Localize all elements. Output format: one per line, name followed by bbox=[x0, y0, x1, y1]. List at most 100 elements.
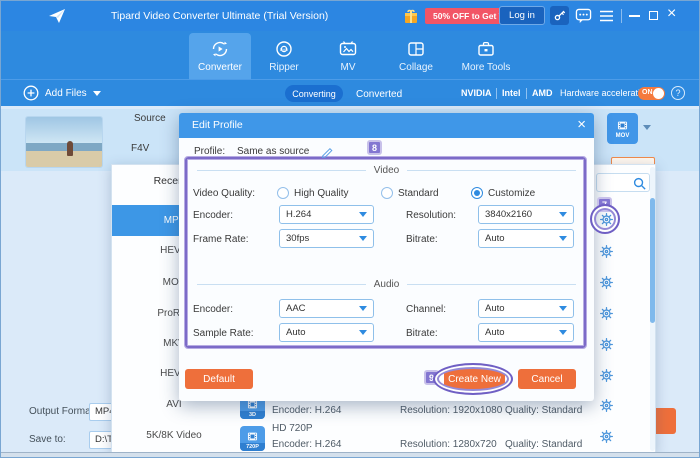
video-bitrate-dropdown[interactable]: Auto bbox=[478, 229, 574, 248]
video-bitrate-label: Bitrate: bbox=[406, 234, 438, 245]
frame-rate-dropdown[interactable]: 30fps bbox=[279, 229, 374, 248]
tab-label: Collage bbox=[399, 62, 433, 73]
radio-customize[interactable] bbox=[471, 187, 483, 199]
channel-label: Channel: bbox=[406, 304, 446, 315]
profile-name: HD 720P bbox=[272, 423, 313, 434]
search-input[interactable] bbox=[599, 175, 633, 190]
audio-legend-label: Audio bbox=[374, 279, 400, 290]
scrollbar-thumb[interactable] bbox=[650, 198, 655, 323]
tab-ripper[interactable]: DVD Ripper bbox=[253, 33, 315, 79]
window-bottom-edge bbox=[1, 452, 699, 458]
sample-rate-value: Auto bbox=[286, 327, 306, 338]
channel-dropdown[interactable]: Auto bbox=[478, 299, 574, 318]
tipard-logo-icon bbox=[47, 7, 67, 25]
tab-converter[interactable]: Converter bbox=[189, 33, 251, 79]
profile-icon-720p: 720P bbox=[240, 426, 265, 451]
sample-rate-dropdown[interactable]: Auto bbox=[279, 323, 374, 342]
help-icon[interactable]: ? bbox=[671, 86, 685, 100]
profile-quality: Quality: Standard bbox=[505, 405, 582, 416]
category-5k8k[interactable]: 5K/8K Video bbox=[112, 420, 236, 451]
audio-bitrate-value: Auto bbox=[485, 327, 505, 338]
create-new-highlight-ellipse bbox=[433, 363, 513, 395]
profile-resolution: Resolution: 1920x1080 bbox=[400, 405, 502, 416]
option-customize-label[interactable]: Customize bbox=[488, 188, 535, 199]
chevron-down-icon[interactable] bbox=[643, 125, 651, 130]
profile-label: Profile: bbox=[194, 146, 225, 157]
audio-encoder-dropdown[interactable]: AAC bbox=[279, 299, 374, 318]
gear-icon[interactable] bbox=[599, 337, 614, 352]
converting-tab[interactable]: Converting bbox=[285, 85, 343, 102]
gear-icon[interactable] bbox=[599, 398, 614, 413]
chevron-down-icon bbox=[93, 91, 101, 96]
default-button[interactable]: Default bbox=[185, 369, 253, 389]
chevron-down-icon bbox=[559, 330, 567, 335]
dialog-close-icon[interactable]: × bbox=[577, 115, 586, 135]
profile-badge: 3D bbox=[240, 411, 265, 419]
tab-label: Converter bbox=[198, 62, 242, 73]
gift-icon[interactable] bbox=[403, 8, 419, 24]
tab-mv[interactable]: MV bbox=[317, 33, 379, 79]
audio-bitrate-dropdown[interactable]: Auto bbox=[478, 323, 574, 342]
converter-icon bbox=[210, 39, 230, 59]
menu-icon[interactable] bbox=[599, 10, 614, 22]
profile-search-box[interactable] bbox=[596, 173, 650, 192]
file-name-label: Source bbox=[134, 113, 168, 124]
resolution-dropdown[interactable]: 3840x2160 bbox=[478, 205, 574, 224]
thumb-sky bbox=[26, 117, 102, 143]
option-high-quality-label[interactable]: High Quality bbox=[294, 188, 348, 199]
chevron-down-icon bbox=[359, 212, 367, 217]
gear-icon[interactable] bbox=[599, 368, 614, 383]
radio-high-quality[interactable] bbox=[277, 187, 289, 199]
video-legend-label: Video bbox=[374, 165, 399, 176]
add-plus-icon bbox=[23, 85, 39, 101]
toggle-on-label: ON bbox=[642, 89, 653, 96]
video-encoder-dropdown[interactable]: H.264 bbox=[279, 205, 374, 224]
gear-icon[interactable] bbox=[599, 306, 614, 321]
dialog-header: Edit Profile × bbox=[179, 113, 594, 138]
edit-pencil-icon[interactable] bbox=[321, 145, 334, 158]
profile-resolution: Resolution: 1280x720 bbox=[400, 439, 497, 450]
more-tools-icon bbox=[476, 39, 496, 59]
thumb-sand bbox=[26, 151, 102, 167]
video-section-legend: Video bbox=[197, 165, 576, 176]
tab-collage[interactable]: Collage bbox=[385, 33, 447, 79]
close-button[interactable]: × bbox=[667, 5, 676, 23]
gear-icon[interactable] bbox=[599, 429, 614, 444]
chevron-down-icon bbox=[359, 306, 367, 311]
titlebar: Tipard Video Converter Ultimate (Trial V… bbox=[1, 1, 699, 31]
cancel-button[interactable]: Cancel bbox=[518, 369, 576, 389]
gear-icon[interactable] bbox=[599, 244, 614, 259]
profile-value: Same as source bbox=[237, 146, 309, 157]
output-format-button[interactable]: MOV bbox=[607, 113, 638, 144]
audio-encoder-label: Encoder: bbox=[193, 304, 233, 315]
minimize-button[interactable] bbox=[629, 15, 640, 17]
output-format-bar-label: Output Format: bbox=[29, 406, 96, 417]
video-encoder-value: H.264 bbox=[286, 209, 311, 220]
feedback-icon[interactable] bbox=[575, 8, 592, 24]
login-button[interactable]: Log in bbox=[499, 6, 545, 25]
option-standard-label[interactable]: Standard bbox=[398, 188, 439, 199]
gear-icon[interactable] bbox=[599, 275, 614, 290]
video-encoder-label: Encoder: bbox=[193, 210, 233, 221]
add-files-label: Add Files bbox=[45, 88, 87, 99]
audio-section-legend: Audio bbox=[197, 279, 576, 290]
converted-tab[interactable]: Converted bbox=[356, 89, 402, 100]
tab-label: MV bbox=[341, 62, 356, 73]
radio-standard[interactable] bbox=[381, 187, 393, 199]
add-files-button[interactable]: Add Files bbox=[23, 85, 101, 101]
file-format-label: F4V bbox=[131, 143, 149, 154]
collage-icon bbox=[406, 39, 426, 59]
step-8-badge: 8 bbox=[367, 140, 382, 155]
profile-encoder: Encoder: H.264 bbox=[272, 439, 342, 450]
key-icon bbox=[553, 9, 566, 22]
tab-more-tools[interactable]: More Tools bbox=[453, 33, 519, 79]
profile-quality: Quality: Standard bbox=[505, 439, 582, 450]
resolution-label: Resolution: bbox=[406, 210, 456, 221]
edit-profile-dialog: Edit Profile × Profile: Same as source V… bbox=[179, 113, 594, 401]
register-key-button[interactable] bbox=[550, 6, 569, 25]
channel-value: Auto bbox=[485, 303, 505, 314]
video-bitrate-value: Auto bbox=[485, 233, 505, 244]
maximize-button[interactable] bbox=[649, 11, 658, 20]
hw-accel-toggle[interactable]: ON bbox=[638, 87, 665, 100]
chevron-down-icon bbox=[559, 212, 567, 217]
